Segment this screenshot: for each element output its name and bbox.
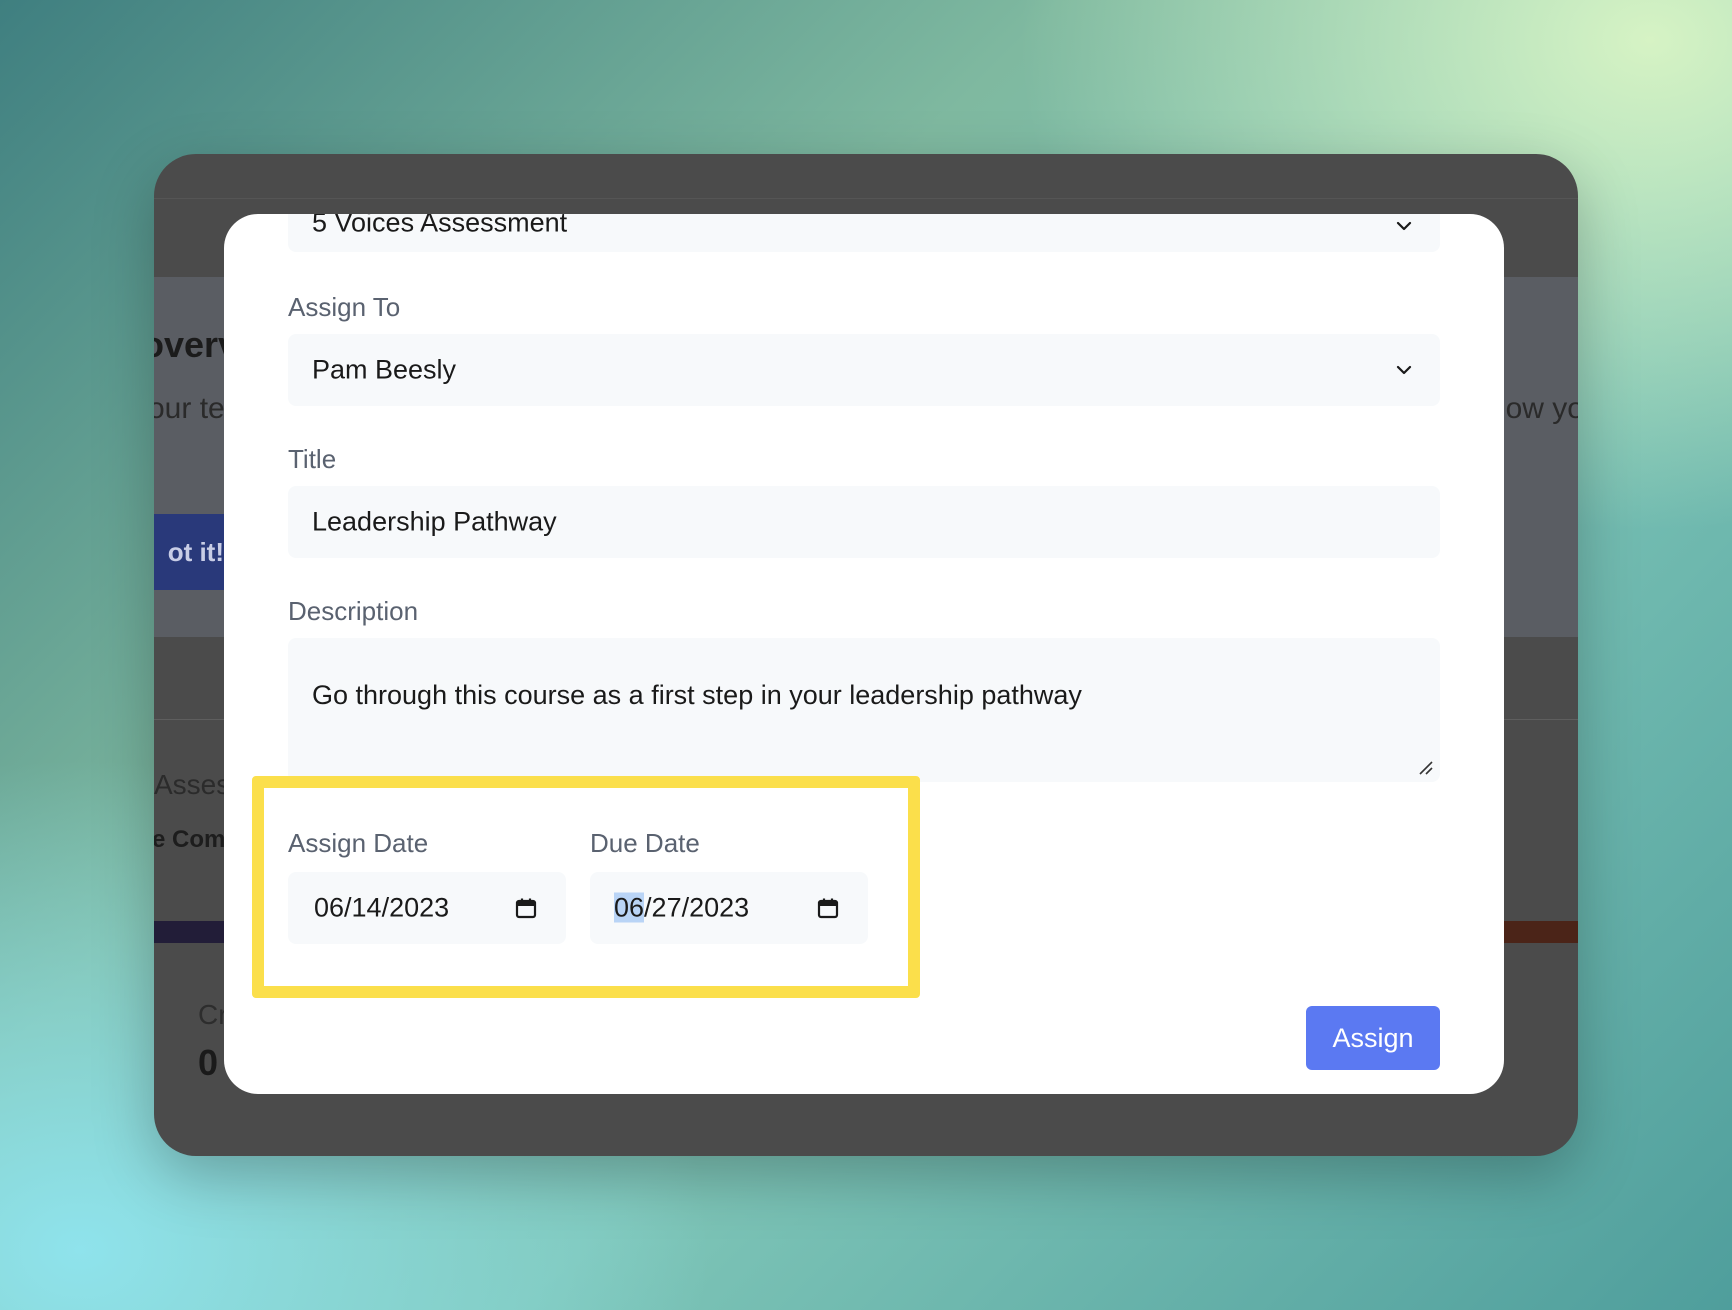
title-input[interactable]: Leadership Pathway bbox=[288, 486, 1440, 558]
background-topbar bbox=[154, 154, 1578, 199]
background-subtitle-right: ow yo bbox=[1505, 392, 1578, 425]
calendar-icon[interactable] bbox=[816, 896, 840, 920]
background-got-it-button: ot it! bbox=[154, 514, 228, 590]
background-completed-label: e Com bbox=[154, 826, 226, 853]
description-label: Description bbox=[288, 596, 419, 626]
assign-date-label: Assign Date bbox=[288, 828, 429, 858]
assign-modal: 5 Voices Assessment Assign To Pam Beesly… bbox=[224, 214, 1504, 1094]
chevron-down-icon bbox=[1396, 365, 1412, 375]
chevron-down-icon bbox=[1396, 221, 1412, 231]
assessment-select[interactable]: 5 Voices Assessment bbox=[288, 214, 1440, 252]
resize-grip-icon[interactable] bbox=[1416, 758, 1434, 776]
due-date-value: 06/27/2023 bbox=[614, 892, 750, 924]
background-progress-bar-right bbox=[1498, 921, 1578, 943]
background-card-value: 0 bbox=[198, 1042, 219, 1083]
calendar-icon[interactable] bbox=[514, 896, 538, 920]
description-value: Go through this course as a first step i… bbox=[312, 680, 1082, 710]
title-value: Leadership Pathway bbox=[312, 506, 557, 537]
due-date-input[interactable]: 06/27/2023 bbox=[590, 872, 868, 944]
due-date-label: Due Date bbox=[590, 828, 700, 858]
background-subtitle-left: our te bbox=[154, 392, 225, 425]
due-date-month-segment[interactable]: 06 bbox=[614, 892, 645, 923]
assign-date-input[interactable]: 06/14/2023 bbox=[288, 872, 566, 944]
assign-to-value: Pam Beesly bbox=[312, 354, 457, 385]
description-textarea[interactable]: Go through this course as a first step i… bbox=[288, 638, 1440, 782]
background-progress-bar-left bbox=[154, 921, 234, 943]
title-label: Title bbox=[288, 444, 337, 474]
assign-to-select[interactable]: Pam Beesly bbox=[288, 334, 1440, 406]
assign-date-value: 06/14/2023 bbox=[314, 892, 450, 923]
due-date-rest: /27/2023 bbox=[644, 892, 750, 923]
assign-button[interactable]: Assign bbox=[1306, 1006, 1440, 1070]
assessment-select-value: 5 Voices Assessment bbox=[312, 214, 568, 238]
assign-to-label: Assign To bbox=[288, 292, 401, 322]
